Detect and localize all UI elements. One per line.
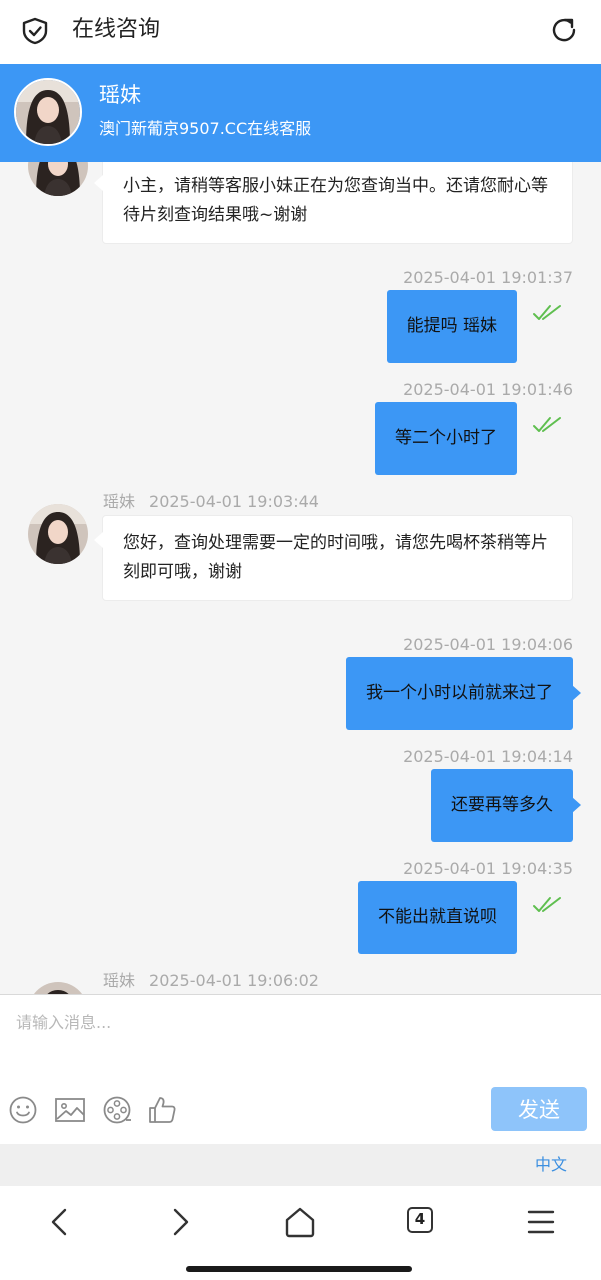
agent-message: 小主，请稍等客服小妹正在为您查询当中。还请您耐心等待片刻查询结果哦~谢谢 <box>94 162 573 244</box>
user-message: 我一个小时以前就来过了 <box>346 657 581 730</box>
agent-header: 瑶妹 澳门新葡京9507.CC在线客服 <box>0 64 601 162</box>
menu-icon[interactable] <box>523 1204 559 1240</box>
agent-avatar-small <box>28 504 88 564</box>
message-text: 等二个小时了 <box>395 428 497 448</box>
message-timestamp: 2025-04-01 19:04:14 <box>403 747 573 766</box>
message-text: 小主，请稍等客服小妹正在为您查询当中。还请您耐心等待片刻查询结果哦~谢谢 <box>123 176 548 225</box>
agent-avatar-small <box>28 982 88 994</box>
language-bar: 中文 <box>0 1144 601 1186</box>
message-timestamp: 2025-04-01 19:01:37 <box>403 268 573 287</box>
emoji-icon[interactable] <box>8 1095 38 1125</box>
shield-check-icon <box>22 17 48 45</box>
message-timestamp: 2025-04-01 19:06:02 <box>149 971 319 990</box>
user-message: 不能出就直说呗 <box>358 881 517 954</box>
message-timestamp: 2025-04-01 19:01:46 <box>403 380 573 399</box>
agent-message: 您好，查询处理需要一定的时间哦，请您先喝杯茶稍等片刻即可哦，谢谢 <box>94 515 573 601</box>
browser-nav-bar: 4 <box>0 1186 601 1280</box>
send-button[interactable]: 发送 <box>491 1087 587 1131</box>
home-indicator[interactable] <box>186 1266 412 1272</box>
message-timestamp: 2025-04-01 19:04:35 <box>403 859 573 878</box>
message-timestamp: 2025-04-01 19:04:06 <box>403 635 573 654</box>
agent-subtitle: 澳门新葡京9507.CC在线客服 <box>99 119 312 138</box>
video-icon[interactable] <box>102 1095 132 1125</box>
sender-name: 瑶妹 <box>103 971 136 990</box>
user-message: 等二个小时了 <box>375 402 517 475</box>
read-check-icon <box>533 897 561 912</box>
user-message: 还要再等多久 <box>431 769 581 842</box>
sender-name: 瑶妹 <box>103 492 136 511</box>
page-title: 在线咨询 <box>72 17 161 42</box>
agent-avatar-small <box>28 162 88 196</box>
back-icon[interactable] <box>42 1204 78 1240</box>
agent-name: 瑶妹 <box>99 83 141 107</box>
agent-avatar <box>14 78 82 146</box>
message-input[interactable] <box>0 995 601 1083</box>
user-message: 能提吗 瑶妹 <box>386 290 517 363</box>
agent-message-meta: 瑶妹 2025-04-01 19:06:02 <box>103 970 319 992</box>
tabs-icon[interactable]: 4 <box>407 1207 433 1233</box>
forward-icon[interactable] <box>162 1204 198 1240</box>
thumbs-up-icon[interactable] <box>147 1095 177 1125</box>
home-icon[interactable] <box>282 1204 318 1240</box>
message-text: 还要再等多久 <box>451 795 553 815</box>
top-bar: 在线咨询 <box>0 0 601 64</box>
language-switch[interactable]: 中文 <box>535 1154 567 1176</box>
message-text: 不能出就直说呗 <box>378 907 497 927</box>
message-timestamp: 2025-04-01 19:03:44 <box>149 492 319 511</box>
agent-message-meta: 瑶妹 2025-04-01 19:03:44 <box>103 491 319 513</box>
message-text: 您好，查询处理需要一定的时间哦，请您先喝杯茶稍等片刻即可哦，谢谢 <box>123 533 548 582</box>
composer: 发送 <box>0 994 601 1144</box>
message-text: 能提吗 瑶妹 <box>406 316 497 336</box>
chat-area[interactable]: 小主，请稍等客服小妹正在为您查询当中。还请您耐心等待片刻查询结果哦~谢谢 202… <box>0 162 601 994</box>
read-check-icon <box>533 305 561 320</box>
refresh-icon[interactable] <box>548 14 580 46</box>
image-icon[interactable] <box>54 1095 86 1125</box>
read-check-icon <box>533 417 561 432</box>
message-text: 我一个小时以前就来过了 <box>366 683 553 703</box>
